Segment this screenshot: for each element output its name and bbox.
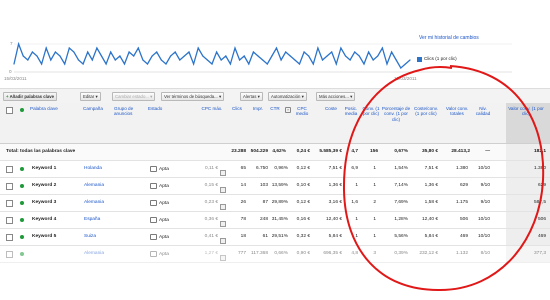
red-highlight-circle <box>342 65 545 292</box>
annotation-overlay <box>342 65 545 292</box>
